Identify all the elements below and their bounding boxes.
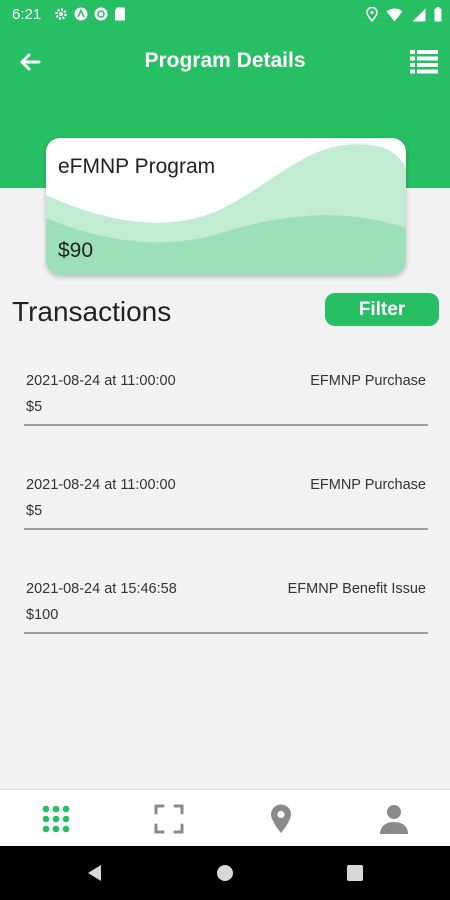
wifi-icon <box>386 7 403 21</box>
status-bar: 6:21 <box>0 0 450 30</box>
page-title: Program Details <box>144 49 306 72</box>
list-icon <box>410 50 438 74</box>
transaction-amount: $5 <box>26 399 43 415</box>
app-status-icon <box>74 7 88 21</box>
system-recents-icon[interactable] <box>345 863 365 883</box>
transaction-date: 2021-08-24 at 15:46:58 <box>26 581 177 597</box>
transactions-heading: Transactions <box>12 296 172 327</box>
program-name: eFMNP Program <box>58 155 216 178</box>
map-pin-icon <box>271 804 292 833</box>
location-status-icon <box>366 7 378 22</box>
transaction-type: EFMNP Purchase <box>310 477 426 493</box>
transaction-amount: $100 <box>26 607 59 623</box>
transaction-row[interactable]: 2021-08-24 at 11:00:00 EFMNP Purchase $5 <box>24 471 428 530</box>
transaction-row[interactable]: 2021-08-24 at 15:46:58 EFMNP Benefit Iss… <box>24 575 428 634</box>
nav-item-locations[interactable] <box>225 790 338 847</box>
scan-icon <box>154 804 184 833</box>
bottom-nav <box>0 789 450 847</box>
nav-item-profile[interactable] <box>338 790 450 847</box>
cell-signal-icon <box>412 8 426 21</box>
transaction-date: 2021-08-24 at 11:00:00 <box>26 373 176 389</box>
transaction-type: EFMNP Purchase <box>310 373 426 389</box>
grid-icon <box>42 805 70 832</box>
program-balance: $90 <box>58 239 94 262</box>
system-status-icons <box>366 7 442 22</box>
filter-button[interactable]: Filter <box>325 293 439 326</box>
status-time: 6:21 <box>12 6 42 23</box>
system-home-icon[interactable] <box>215 863 235 883</box>
nav-item-scan[interactable] <box>113 790 226 847</box>
list-menu-button[interactable] <box>408 46 440 78</box>
transaction-amount: $5 <box>26 503 43 519</box>
transaction-date: 2021-08-24 at 11:00:00 <box>26 477 176 493</box>
battery-icon <box>434 7 442 22</box>
system-back-icon[interactable] <box>85 863 105 883</box>
program-card[interactable]: eFMNP Program $90 <box>46 138 406 275</box>
notification-icons <box>54 7 126 21</box>
system-nav-bar <box>0 846 450 900</box>
settings-status-icon <box>55 8 67 20</box>
profile-icon <box>379 804 408 834</box>
transaction-row[interactable]: 2021-08-24 at 11:00:00 EFMNP Purchase $5 <box>24 367 428 426</box>
transaction-type: EFMNP Benefit Issue <box>287 581 426 597</box>
sync-status-icon <box>94 7 108 21</box>
sd-card-status-icon <box>115 7 125 21</box>
nav-item-home[interactable] <box>0 790 113 847</box>
